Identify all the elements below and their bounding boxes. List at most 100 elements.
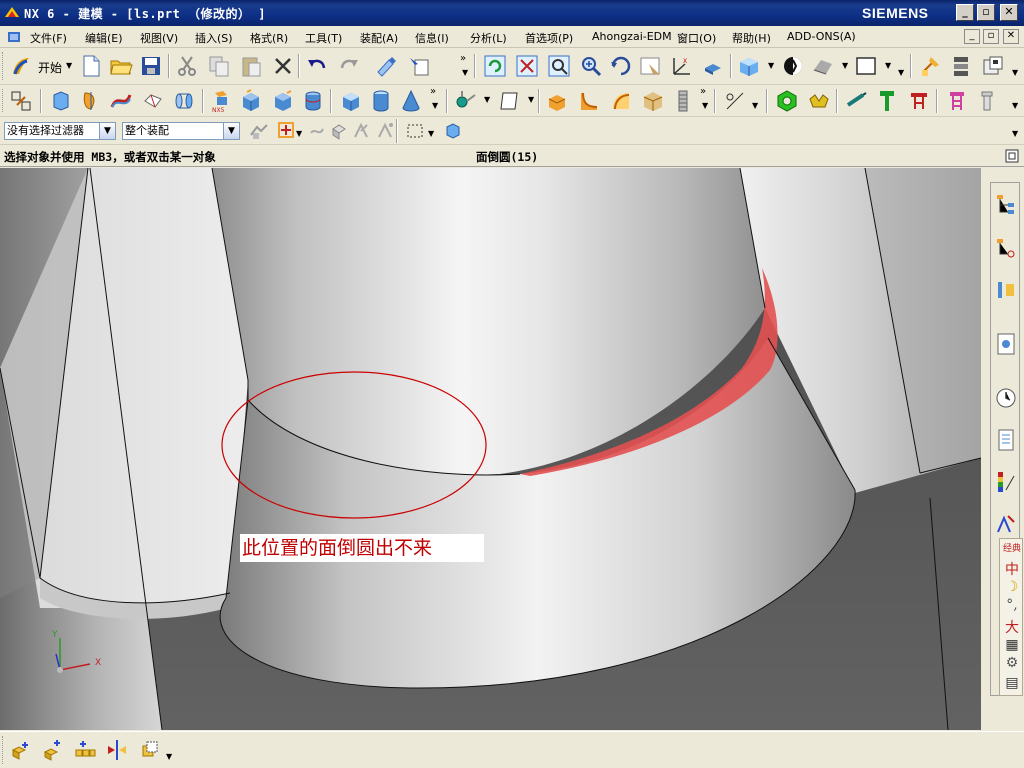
toolbar-overflow-chevron[interactable]: » [430,86,436,97]
sprue-bushing-icon[interactable] [906,88,932,114]
mold-toolbar-options-arrow[interactable]: ▼ [1012,101,1018,111]
select-point-icon[interactable] [348,118,374,144]
cube-primitive-icon[interactable] [338,88,364,114]
graphics-viewport[interactable]: Y X 此位置的面倒圆出不来 [0,168,981,730]
zoom-window-icon[interactable] [546,53,572,79]
edit-object-display-icon[interactable] [374,53,400,79]
sweep-icon[interactable] [108,88,134,114]
snap-view-icon[interactable] [700,53,726,79]
layer-visibility-icon[interactable] [980,53,1006,79]
assembly-part-icon[interactable] [440,118,466,144]
start-icon[interactable] [8,53,34,79]
edge-blend-icon[interactable] [544,88,570,114]
type-filter-select[interactable]: 没有选择过滤器 ▼ [4,122,116,140]
assembly-toolbar-options-arrow[interactable]: ▼ [166,752,172,762]
thread-icon[interactable] [670,88,696,114]
save-icon[interactable] [138,53,164,79]
datum-csys-icon[interactable] [452,88,478,114]
cylinder-primitive-icon[interactable] [368,88,394,114]
pin-icon[interactable] [844,88,870,114]
support-pillar-icon[interactable] [974,88,1000,114]
ime-mode-label[interactable]: 经典 [1002,541,1022,554]
toolbar-overflow-chevron[interactable]: » [700,86,706,97]
restore-window-button[interactable]: ▫ [977,4,995,21]
rendering-style-dropdown[interactable]: ▼ [768,61,774,71]
chamfer-icon[interactable] [640,88,666,114]
constraint-navigator-tab-icon[interactable] [993,235,1019,261]
new-component-icon[interactable] [40,737,66,763]
block-icon[interactable] [238,88,264,114]
mdi-restore-button[interactable]: ▫ [983,29,999,44]
rotate-icon[interactable] [608,53,634,79]
sketch-icon[interactable] [8,88,34,114]
snap-point-dropdown[interactable]: ▼ [296,129,302,139]
rectangle-select-dropdown[interactable]: ▼ [428,129,434,139]
mdi-minimize-button[interactable]: _ [964,29,980,44]
extrude-icon[interactable] [48,88,74,114]
menu-edit[interactable]: 编辑(E) [85,30,123,46]
layer-settings-icon[interactable] [918,53,944,79]
system-materials-tab-icon[interactable] [993,427,1019,453]
fit-icon[interactable] [514,53,540,79]
datum-plane-icon[interactable] [496,88,522,114]
ime-soft-keyboard-icon[interactable]: ▦ [1002,637,1022,653]
face-analysis-icon[interactable] [810,53,836,79]
menu-format[interactable]: 格式(R) [250,30,288,46]
reposition-component-icon[interactable] [136,737,162,763]
ime-settings-icon[interactable]: ⚙ [1002,655,1022,671]
process-studio-tab-icon[interactable] [993,511,1019,537]
menu-preferences[interactable]: 首选项(P) [525,30,573,46]
orient-view-icon[interactable] [780,53,806,79]
menu-tools[interactable]: 工具(T) [305,30,342,46]
copy-icon[interactable] [206,53,232,79]
hex-nut-icon[interactable] [774,88,800,114]
menu-window[interactable]: 窗口(O) [677,30,716,46]
object-properties-icon[interactable] [406,53,432,79]
wcs-icon[interactable]: X [668,53,694,79]
datum-dropdown[interactable]: ▼ [484,95,490,105]
toolbar-options-arrow[interactable]: ▼ [462,68,468,78]
new-file-icon[interactable] [78,53,104,79]
pan-icon[interactable] [638,53,664,79]
history-tab-icon[interactable] [993,385,1019,411]
toolbar-overflow-chevron[interactable]: » [460,53,466,64]
menu-assemblies[interactable]: 装配(A) [360,30,398,46]
rendering-style-icon[interactable] [736,53,762,79]
create-component-array-icon[interactable] [72,737,98,763]
gate-icon[interactable] [944,88,970,114]
select-edge-icon[interactable] [372,118,398,144]
cut-icon[interactable] [174,53,200,79]
menu-add-ons[interactable]: ADD-ONS(A) [787,30,856,43]
utility-toolbar-options-arrow[interactable]: ▼ [1012,68,1018,78]
boss-icon[interactable] [270,88,296,114]
pad-icon[interactable] [300,88,326,114]
menu-help[interactable]: 帮助(H) [732,30,771,46]
menu-file[interactable]: 文件(F) [30,30,67,46]
refresh-icon[interactable] [482,53,508,79]
ime-chinese-toggle[interactable]: 中 [1002,559,1022,579]
toolbar-grip[interactable] [2,52,5,80]
mirror-assembly-icon[interactable] [104,737,130,763]
primitive-toolbar-options-arrow[interactable]: ▼ [432,101,438,111]
view-toolbar-options-arrow[interactable]: ▼ [898,68,904,78]
revolve-icon[interactable] [78,88,104,114]
rectangle-select-icon[interactable] [402,118,428,144]
cone-primitive-icon[interactable] [398,88,424,114]
assembly-navigator-tab-icon[interactable] [993,191,1019,217]
ime-case-toggle[interactable]: 大 [1002,617,1022,637]
toolbar-grip[interactable] [2,736,5,764]
fastener-icon[interactable] [806,88,832,114]
nx5-feature-icon[interactable]: NX5 [208,88,234,114]
ime-menu-icon[interactable]: ▤ [1002,675,1022,691]
tube-icon[interactable] [140,88,166,114]
assembly-navigator-icon[interactable] [948,53,974,79]
datum-plane-dropdown[interactable]: ▼ [528,95,534,105]
background-icon[interactable] [853,53,879,79]
toolbar-grip[interactable] [2,89,5,112]
add-component-icon[interactable] [8,737,34,763]
face-analysis-dropdown[interactable]: ▼ [842,61,848,71]
soft-blend-icon[interactable] [608,88,634,114]
feature-toolbar-options-arrow[interactable]: ▼ [702,101,708,111]
close-window-button[interactable]: ✕ [1000,4,1018,21]
curve-toolbar-options-arrow[interactable]: ▼ [752,101,758,111]
